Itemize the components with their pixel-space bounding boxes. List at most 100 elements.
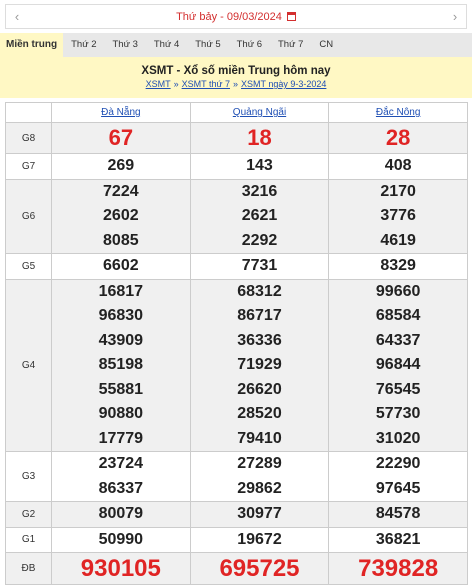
calendar-icon (286, 11, 296, 21)
next-date-button[interactable]: › (444, 9, 466, 24)
prize-number: 28 (385, 125, 411, 150)
province-header: Đà Nẵng (51, 102, 191, 123)
prize-number: 930105 (80, 555, 161, 582)
prize-number: 19672 (237, 530, 282, 548)
date-picker[interactable]: Thứ bảy - 09/03/2024 (28, 11, 444, 23)
prize-number: 90880 (98, 405, 144, 422)
prize-cell: 8329 (328, 253, 468, 280)
prize-number: 7224 (103, 182, 139, 200)
prize-number: 26620 (237, 380, 282, 398)
tab-thu-6[interactable]: Thứ 6 (229, 33, 270, 57)
prize-cell: 84578 (328, 501, 468, 528)
prize-number: 31020 (375, 429, 421, 447)
prize-cell: 80079 (51, 501, 191, 528)
prize-number: 3216 (241, 182, 278, 200)
date-text: Thứ bảy - 09/03/2024 (176, 10, 282, 23)
prize-number: 85198 (98, 356, 144, 373)
prize-row-2: G6 7224 2602 8085 3216 2621 2292 2170 3776 4619 (5, 178, 468, 254)
prize-number: 97645 (375, 479, 421, 497)
prize-cell: 19672 (189, 526, 330, 553)
prize-cell: 23724 86337 (51, 451, 191, 502)
prize-number: 64337 (375, 331, 421, 349)
prize-row-1: G7 269 143 408 (5, 153, 468, 180)
prize-number: 55881 (98, 380, 144, 398)
prize-row-4: G4 16817 96830 43909 85198 55881 90880 17779 683… (5, 278, 468, 452)
prize-number: 2602 (103, 207, 139, 224)
prize-number: 2621 (241, 207, 278, 224)
prize-cell: 3216 2621 2292 (189, 178, 330, 254)
prize-number: 50990 (98, 530, 144, 548)
prize-cell: 27289 29862 (189, 451, 330, 502)
tab-thu-7[interactable]: Thứ 7 (270, 33, 311, 57)
tab-cn[interactable]: CN (311, 33, 341, 57)
prize-label: G5 (5, 253, 52, 280)
province-header: Quảng Ngãi (189, 102, 330, 123)
prize-label: G1 (5, 526, 52, 553)
tab-thu-2[interactable]: Thứ 2 (63, 33, 104, 57)
prize-cell: 2170 3776 4619 (328, 178, 468, 254)
prize-cell: 7224 2602 8085 (51, 178, 191, 254)
prev-date-button[interactable]: ‹ (6, 9, 28, 24)
prize-cell: 739828 (328, 552, 468, 585)
prize-number: 16817 (98, 282, 144, 300)
prize-number: 143 (246, 157, 273, 174)
prize-number: 29862 (237, 479, 282, 497)
prize-number: 2292 (241, 231, 278, 249)
tab-mien-trung[interactable]: Miền trung (0, 33, 64, 57)
prize-number: 43909 (98, 331, 144, 349)
prize-number: 8085 (103, 231, 139, 249)
prize-label: G4 (5, 278, 52, 452)
prize-cell: 16817 96830 43909 85198 55881 90880 17779 (51, 278, 191, 452)
prize-number: 68312 (237, 282, 282, 300)
prize-cell: 269 (51, 153, 191, 180)
prize-cell: 30977 (189, 501, 330, 528)
province-link-quang-ngai[interactable]: Quảng Ngãi (233, 107, 286, 118)
prize-number: 2170 (380, 182, 416, 200)
prize-number: 6602 (103, 257, 139, 274)
prize-row-7: G1 50990 19672 36821 (5, 526, 468, 553)
prize-number: 695725 (219, 555, 300, 582)
prize-number: 18 (247, 125, 272, 150)
prize-number: 30977 (237, 505, 282, 522)
breadcrumb-separator: » (233, 79, 239, 89)
prize-cell: 22290 97645 (328, 451, 468, 502)
prize-number: 84578 (375, 505, 421, 522)
prize-row-8: ĐB 930105 695725 739828 (5, 552, 468, 585)
tab-thu-4[interactable]: Thứ 4 (146, 33, 187, 57)
prize-number: 739828 (358, 555, 439, 582)
prize-number: 86717 (237, 307, 282, 324)
prize-number: 408 (384, 157, 412, 174)
corner-cell (5, 102, 52, 123)
province-link-da-nang[interactable]: Đà Nẵng (101, 107, 140, 118)
prize-number: 99660 (375, 282, 421, 300)
breadcrumb-xsmt[interactable]: XSMT (146, 79, 171, 89)
prize-label: G3 (5, 451, 52, 502)
prize-number: 28520 (237, 405, 282, 422)
results-header: XSMT - Xổ số miền Trung hôm nay XSMT» XSM… (0, 57, 472, 98)
prize-cell: 99660 68584 64337 96844 76545 57730 31020 (328, 278, 468, 452)
prize-number: 8329 (380, 257, 416, 274)
prize-number: 71929 (237, 356, 282, 373)
prize-number: 36821 (375, 530, 421, 548)
prize-label: G7 (5, 153, 52, 180)
prize-cell: 18 (189, 122, 330, 154)
prize-row-0: G8 67 18 28 (5, 122, 468, 154)
tab-thu-5[interactable]: Thứ 5 (187, 33, 228, 57)
prize-number: 27289 (237, 455, 282, 472)
prize-number: 3776 (380, 207, 416, 224)
prize-number: 57730 (375, 405, 421, 422)
tab-thu-3[interactable]: Thứ 3 (104, 33, 145, 57)
prize-row-6: G2 80079 30977 84578 (5, 501, 468, 528)
prize-number: 269 (107, 157, 135, 174)
prize-number: 7731 (241, 257, 278, 274)
prize-cell: 50990 (51, 526, 191, 553)
prize-number: 68584 (375, 307, 421, 324)
breadcrumb: XSMT» XSMT thứ 7» XSMT ngày 9-3-2024 (0, 79, 472, 89)
breadcrumb-xsmt-date[interactable]: XSMT ngày 9-3-2024 (241, 79, 326, 89)
prize-number: 96830 (98, 307, 144, 324)
prize-row-3: G5 6602 7731 8329 (5, 253, 468, 280)
prize-number: 96844 (375, 356, 421, 373)
prize-number: 23724 (98, 455, 144, 472)
province-link-dac-nong[interactable]: Đắc Nông (376, 107, 420, 118)
breadcrumb-xsmt-thu-7[interactable]: XSMT thứ 7 (182, 79, 230, 89)
